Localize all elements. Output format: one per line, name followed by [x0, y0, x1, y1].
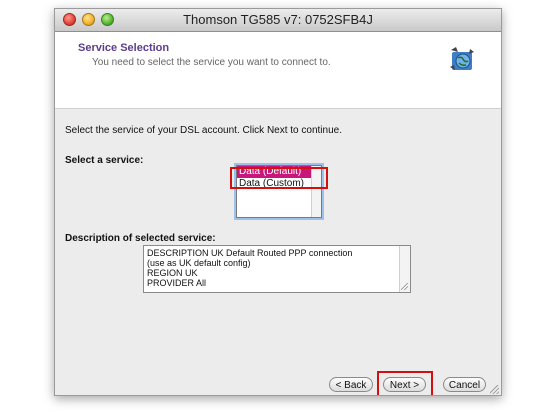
- description-line: REGION UK: [147, 268, 198, 278]
- window-resize-grip-icon[interactable]: [490, 385, 499, 394]
- resize-grip-icon[interactable]: [401, 283, 408, 290]
- next-button[interactable]: Next >: [383, 377, 426, 392]
- service-option-data-default[interactable]: Data (Default): [237, 166, 321, 178]
- service-option-data-custom[interactable]: Data (Custom): [237, 178, 321, 190]
- cancel-button[interactable]: Cancel: [443, 377, 486, 392]
- service-listbox[interactable]: Data (Default) Data (Custom): [236, 165, 322, 218]
- listbox-scrollbar[interactable]: [311, 166, 321, 217]
- zoom-window-button[interactable]: [101, 13, 114, 26]
- intro-text: Select the service of your DSL account. …: [65, 125, 342, 136]
- network-globe-icon: [450, 47, 474, 70]
- title-bar[interactable]: Thomson TG585 v7: 0752SFB4J: [55, 9, 501, 32]
- service-description-box[interactable]: DESCRIPTION UK Default Routed PPP connec…: [143, 245, 411, 293]
- page-title: Service Selection: [78, 42, 170, 54]
- description-line: (use as UK default config): [147, 258, 251, 268]
- close-window-button[interactable]: [63, 13, 76, 26]
- window-title: Thomson TG585 v7: 0752SFB4J: [183, 12, 373, 27]
- wizard-content: Select the service of your DSL account. …: [55, 108, 501, 395]
- description-line: DESCRIPTION UK Default Routed PPP connec…: [147, 248, 353, 258]
- minimize-window-button[interactable]: [82, 13, 95, 26]
- setup-wizard-window: Thomson TG585 v7: 0752SFB4J Service Sele…: [54, 8, 502, 396]
- select-service-label: Select a service:: [65, 155, 144, 166]
- back-button[interactable]: < Back: [329, 377, 373, 392]
- description-label: Description of selected service:: [65, 233, 216, 244]
- page-subtitle: You need to select the service you want …: [92, 57, 331, 68]
- description-line: PROVIDER All: [147, 278, 207, 288]
